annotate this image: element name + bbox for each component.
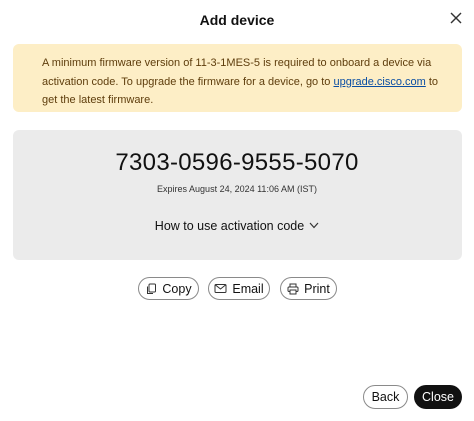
copy-icon (147, 283, 157, 294)
upgrade-link[interactable]: upgrade.cisco.com (333, 76, 425, 88)
activation-code: 7303-0596-9555-5070 (115, 149, 359, 176)
dialog-title: Add device (199, 12, 275, 28)
add-device-dialog: Add device A minimum firmware version of… (0, 0, 474, 421)
print-label: Print (304, 281, 330, 296)
firmware-warning-banner: A minimum firmware version of 11-3-1MES-… (13, 44, 462, 112)
copy-label: Copy (162, 281, 192, 296)
copy-button[interactable]: Copy (138, 277, 199, 300)
printer-icon (287, 283, 299, 294)
back-button[interactable]: Back (363, 385, 408, 409)
email-button[interactable]: Email (208, 277, 270, 300)
chevron-down-icon (309, 222, 319, 229)
howto-label: How to use activation code (154, 219, 305, 233)
email-label: Email (232, 281, 264, 296)
expiry-text: Expires August 24, 2024 11:06 AM (IST) (157, 184, 317, 194)
close-button[interactable]: Close (414, 385, 462, 409)
print-button[interactable]: Print (280, 277, 337, 300)
mail-icon (214, 284, 227, 293)
close-icon[interactable] (448, 9, 466, 27)
howto-toggle[interactable]: How to use activation code (0, 219, 474, 233)
